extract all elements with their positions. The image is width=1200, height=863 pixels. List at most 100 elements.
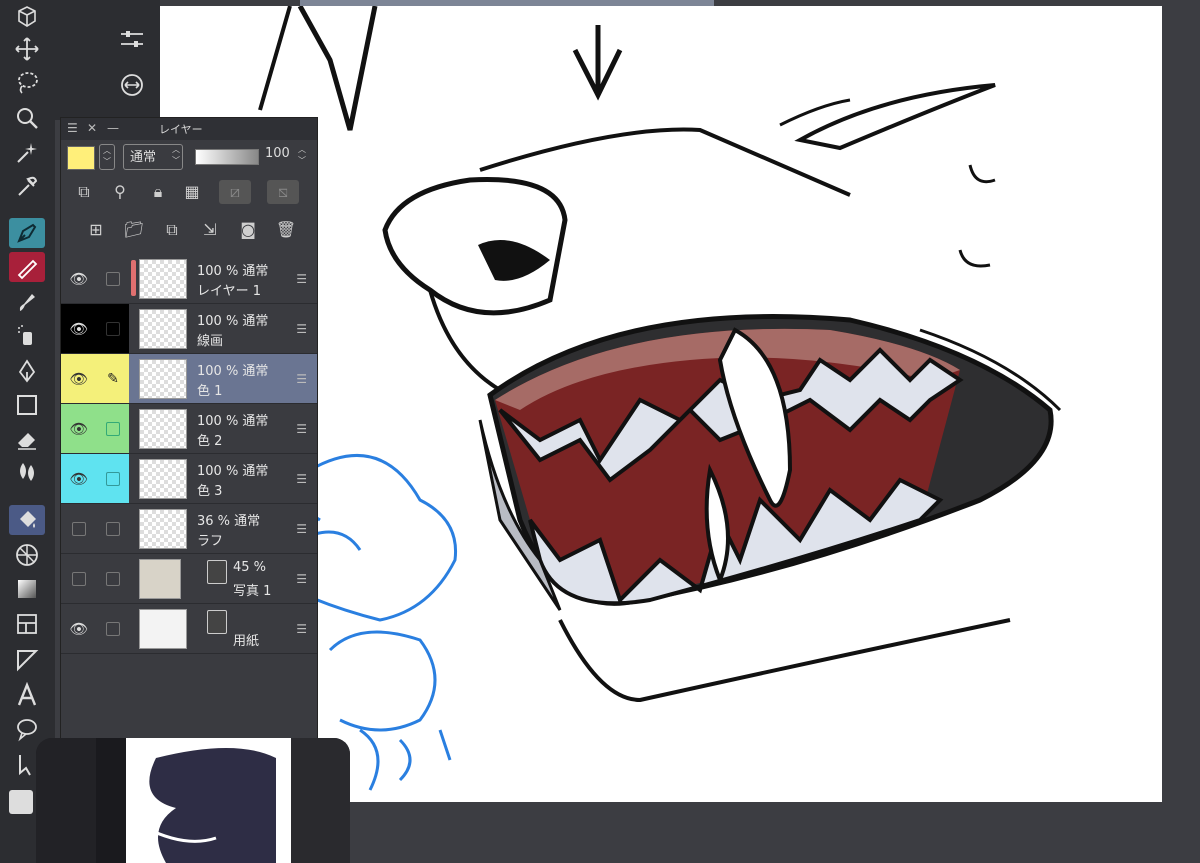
opacity-slider[interactable] [195, 149, 259, 165]
fill-tool-icon[interactable] [9, 505, 45, 535]
layer-thumbnail [139, 359, 187, 399]
transform-icon[interactable] [117, 72, 147, 98]
mask-apply-icon[interactable]: ⧅ [267, 180, 299, 204]
zoom-tool-icon[interactable] [9, 103, 45, 133]
rectangle-tool-icon[interactable] [9, 390, 45, 420]
layer-check[interactable] [97, 604, 129, 653]
pencil-tool-icon[interactable] [9, 252, 45, 282]
sliders-icon[interactable] [117, 26, 147, 52]
clip-icon[interactable]: ⧉ [71, 180, 97, 204]
sub-tool-bar [55, 0, 160, 120]
layer-menu-icon[interactable]: ☰ [296, 622, 307, 636]
layer-menu-icon[interactable]: ☰ [296, 372, 307, 386]
layer-item[interactable]: 👁︎ 用紙 ☰ [61, 604, 317, 654]
paper-layer-icon [207, 610, 227, 634]
balloon-tool-icon[interactable] [9, 714, 45, 744]
layer-item[interactable]: 👁︎ 100 % 通常 レイヤー 1 ☰ [61, 254, 317, 304]
layer-options-row: ⧉ ⚲ 🔒︎ ▦ ⧄ ⧅ [61, 176, 317, 208]
pen-tool-icon[interactable] [9, 218, 45, 248]
layer-item[interactable]: 👁︎ 100 % 通常 色 2 ☰ [61, 404, 317, 454]
pen-edit-icon[interactable]: ✎ [97, 354, 129, 403]
layer-check[interactable] [97, 454, 129, 503]
color-stepper[interactable]: ︿ ﹀ [99, 144, 115, 170]
layer-name: 色 3 [197, 484, 223, 499]
gradient-tool-icon[interactable] [9, 574, 45, 604]
layer-item[interactable]: 45 % 写真 1 ☰ [61, 554, 317, 604]
visibility-toggle[interactable] [61, 554, 97, 603]
visibility-eye-icon[interactable]: 👁︎ [61, 404, 97, 453]
grid-tool-icon[interactable] [9, 540, 45, 570]
visibility-eye-icon[interactable]: 👁︎ [61, 304, 97, 353]
eraser-tool-icon[interactable] [9, 424, 45, 454]
visibility-eye-icon[interactable]: 👁︎ [61, 454, 97, 503]
trash-icon[interactable]: 🗑︎ [273, 218, 299, 242]
vector-pen-icon[interactable] [9, 356, 45, 386]
layer-check[interactable] [97, 404, 129, 453]
selected-mark [131, 260, 136, 296]
reference-icon[interactable]: ⚲ [107, 180, 133, 204]
new-folder-icon[interactable]: 📁︎ [121, 218, 147, 242]
layer-item-selected[interactable]: 👁︎ ✎ 100 % 通常 色 1 ☰ [61, 354, 317, 404]
visibility-eye-icon[interactable]: 👁︎ [61, 354, 97, 403]
layer-name: ラフ [197, 534, 224, 549]
move-tool-icon[interactable] [9, 34, 45, 64]
photo-thumbnail [139, 559, 181, 599]
visibility-toggle[interactable] [61, 504, 97, 553]
close-icon[interactable]: ✕ [87, 121, 97, 135]
layer-menu-icon[interactable]: ☰ [296, 522, 307, 536]
layer-menu-icon[interactable]: ☰ [296, 472, 307, 486]
brush-tool-icon[interactable] [9, 287, 45, 317]
tool-bar [0, 0, 55, 863]
ruler-tool-icon[interactable] [9, 645, 45, 675]
layer-menu-icon[interactable]: ☰ [296, 272, 307, 286]
lock-transparent-icon[interactable]: ▦ [179, 180, 205, 204]
layer-name: 用紙 [233, 634, 260, 649]
layer-name: 線画 [197, 334, 224, 349]
layer-item[interactable]: 👁︎ 100 % 通常 色 3 ☰ [61, 454, 317, 504]
layer-menu-icon[interactable]: ☰ [296, 322, 307, 336]
text-tool-icon[interactable] [9, 680, 45, 710]
layer-panel-header: ☰ ✕ — レイヤー [61, 118, 317, 140]
merge-layer-icon[interactable]: ⇲ [197, 218, 223, 242]
layer-opacity-mode: 100 % 通常 [197, 264, 269, 279]
layer-menu-icon[interactable]: ☰ [296, 572, 307, 586]
airbrush-tool-icon[interactable] [9, 320, 45, 350]
layer-check[interactable] [97, 554, 129, 603]
opacity-value[interactable]: 100 [265, 146, 290, 161]
layer-check[interactable] [97, 504, 129, 553]
blend-stepper[interactable]: ︿ ﹀ [169, 144, 183, 168]
layer-check[interactable] [97, 254, 129, 303]
layer-color-swatch[interactable] [67, 146, 95, 170]
object-tool-icon[interactable] [9, 2, 45, 32]
eyedropper-icon[interactable] [9, 172, 45, 202]
main-color-swatch[interactable] [9, 790, 33, 814]
blend-mode-value: 通常 [130, 150, 157, 165]
opacity-stepper[interactable]: ︿ ﹀ [295, 144, 309, 168]
layer-thumbnail [139, 259, 187, 299]
layer-thumbnail [139, 459, 187, 499]
mask-icon[interactable]: ⧄ [219, 180, 251, 204]
visibility-eye-icon[interactable]: 👁︎ [61, 254, 97, 303]
layer-opacity-mode: 100 % 通常 [197, 464, 269, 479]
navigator-preview[interactable] [36, 738, 350, 863]
layer-item[interactable]: 36 % 通常 ラフ ☰ [61, 504, 317, 554]
copy-layer-icon[interactable]: ⧉ [159, 218, 185, 242]
visibility-eye-icon[interactable]: 👁︎ [61, 604, 97, 653]
layer-opacity-mode: 100 % 通常 [197, 364, 269, 379]
frame-tool-icon[interactable] [9, 609, 45, 639]
panel-title: レイヤー [159, 123, 203, 136]
layer-mask-icon[interactable]: ◙ [235, 218, 261, 242]
layer-menu-icon[interactable]: ☰ [296, 422, 307, 436]
minimize-icon[interactable]: — [107, 121, 119, 135]
lasso-tool-icon[interactable] [9, 68, 45, 98]
layer-name: 色 2 [197, 434, 223, 449]
new-layer-icon[interactable]: ⊞ [83, 218, 109, 242]
lock-icon[interactable]: 🔒︎ [145, 180, 171, 204]
layer-check[interactable] [97, 304, 129, 353]
panel-menu-icon[interactable]: ☰ [67, 121, 78, 135]
blend-tool-icon[interactable] [9, 457, 45, 487]
magic-wand-icon[interactable] [9, 138, 45, 168]
image-layer-icon [207, 560, 227, 584]
layer-name: 写真 1 [233, 584, 272, 599]
layer-item[interactable]: 👁︎ 100 % 通常 線画 ☰ [61, 304, 317, 354]
